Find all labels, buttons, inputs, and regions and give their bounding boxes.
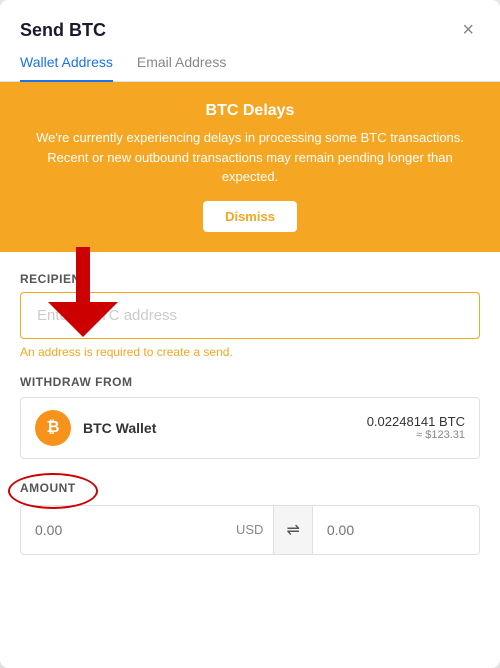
- usd-amount-input[interactable]: [21, 508, 226, 552]
- alert-title: BTC Delays: [24, 102, 476, 120]
- send-btc-modal: Send BTC × Wallet Address Email Address …: [0, 0, 500, 668]
- wallet-balance: 0.02248141 BTC ≈ $123.31: [367, 414, 465, 441]
- btc-input-group: BTC: [313, 508, 480, 552]
- close-button[interactable]: ×: [456, 18, 480, 42]
- recipient-error: An address is required to create a send.: [20, 345, 480, 359]
- tab-wallet-address[interactable]: Wallet Address: [20, 54, 113, 82]
- usd-currency-label: USD: [226, 508, 273, 551]
- btc-icon: ₿: [35, 410, 71, 446]
- modal-title: Send BTC: [20, 20, 106, 41]
- swap-currencies-button[interactable]: ⇌: [273, 506, 312, 554]
- btc-amount-input[interactable]: [313, 508, 480, 552]
- tabs-container: Wallet Address Email Address: [0, 42, 500, 82]
- swap-icon: ⇌: [286, 520, 299, 540]
- alert-message: We're currently experiencing delays in p…: [24, 128, 476, 187]
- recipient-input[interactable]: [20, 292, 480, 339]
- wallet-name: BTC Wallet: [83, 420, 367, 436]
- amount-section: Amount USD ⇌ BTC: [20, 479, 480, 555]
- balance-btc: 0.02248141 BTC: [367, 414, 465, 429]
- withdraw-label: Withdraw From: [20, 375, 480, 389]
- wallet-row[interactable]: ₿ BTC Wallet 0.02248141 BTC ≈ $123.31: [20, 397, 480, 459]
- usd-input-group: USD: [21, 508, 273, 552]
- amount-label: Amount: [20, 481, 76, 495]
- recipient-label: Recipient: [20, 272, 480, 286]
- dismiss-button[interactable]: Dismiss: [203, 201, 297, 232]
- amount-inputs: USD ⇌ BTC: [20, 505, 480, 555]
- modal-header: Send BTC ×: [0, 0, 500, 42]
- modal-body: Recipient An address is required to crea…: [0, 252, 500, 668]
- amount-label-wrapper: Amount: [20, 481, 76, 495]
- balance-usd: ≈ $123.31: [367, 429, 465, 441]
- alert-banner: BTC Delays We're currently experiencing …: [0, 82, 500, 252]
- tab-email-address[interactable]: Email Address: [137, 54, 226, 82]
